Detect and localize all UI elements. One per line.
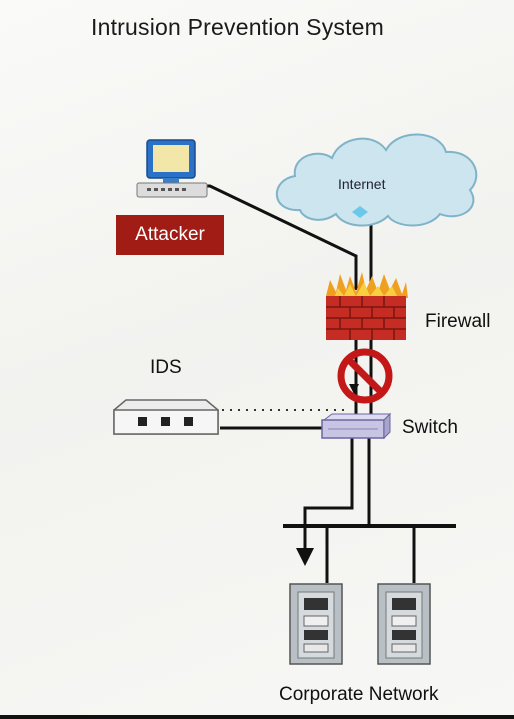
connection-lines xyxy=(206,184,456,583)
switch-icon xyxy=(321,412,392,440)
bottom-border xyxy=(0,715,514,719)
server-icon-left xyxy=(289,583,343,665)
internet-label: Internet xyxy=(338,176,386,192)
attacker-label: Attacker xyxy=(116,215,224,255)
ids-device-icon xyxy=(113,399,219,435)
computer-icon xyxy=(136,139,208,198)
network-label: Corporate Network xyxy=(279,684,439,705)
diagram-canvas: Intrusion Prevention System Internet Att… xyxy=(0,0,514,719)
firewall-label: Firewall xyxy=(425,311,491,332)
blocked-icon xyxy=(337,348,393,404)
server-icon-right xyxy=(377,583,431,665)
firewall-icon xyxy=(326,272,408,340)
switch-label: Switch xyxy=(402,417,458,438)
diagram-graphics: Internet xyxy=(113,133,478,665)
traffic-arrow-icon xyxy=(296,548,314,566)
ids-label: IDS xyxy=(150,357,182,378)
